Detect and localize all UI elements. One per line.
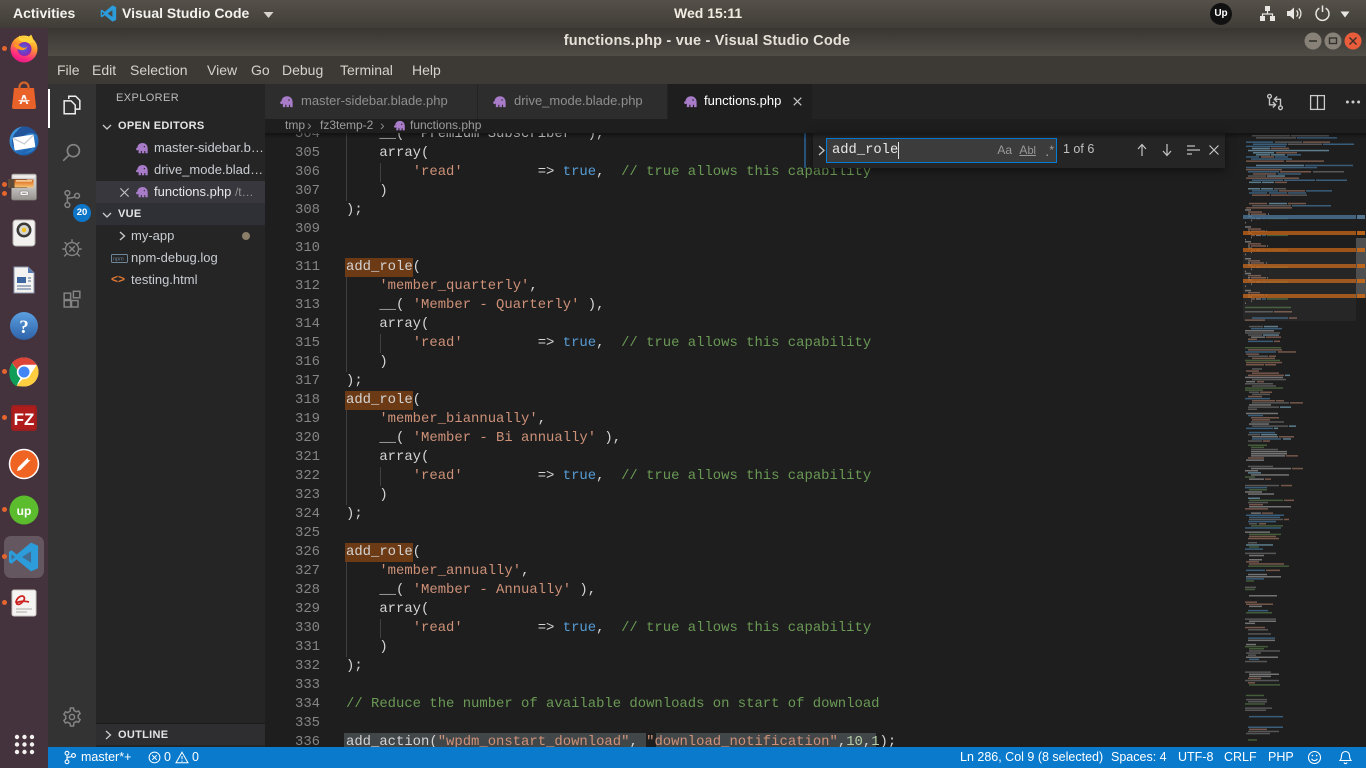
svg-text:up: up bbox=[17, 504, 32, 518]
svg-text:npm: npm bbox=[113, 257, 124, 263]
svg-text:A: A bbox=[19, 92, 29, 107]
svg-text:?: ? bbox=[19, 317, 29, 338]
svg-text:FZ: FZ bbox=[14, 410, 35, 429]
